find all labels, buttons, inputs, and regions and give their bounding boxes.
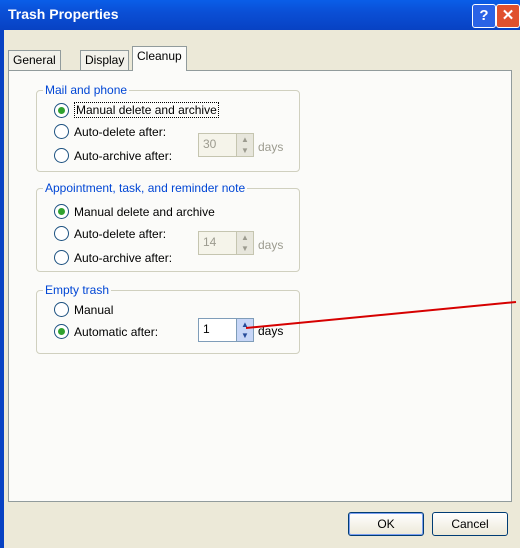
mail-autodelete-radio[interactable]: Auto-delete after:: [54, 124, 166, 139]
radio-icon: [54, 124, 69, 139]
close-button[interactable]: ✕: [496, 4, 520, 28]
spin-arrows-icon: ▲ ▼: [236, 232, 253, 254]
dialog-window: Trash Properties ? ✕ General Display Cle…: [0, 0, 520, 548]
mail-autoarchive-radio[interactable]: Auto-archive after:: [54, 148, 172, 163]
group-title: Mail and phone: [43, 83, 130, 97]
title-bar[interactable]: Trash Properties ? ✕: [0, 0, 520, 30]
help-button[interactable]: ?: [472, 4, 496, 28]
radio-selected-icon: [54, 324, 69, 339]
trash-automatic-radio[interactable]: Automatic after:: [54, 324, 158, 339]
window-border: [0, 30, 4, 548]
appt-autoarchive-radio[interactable]: Auto-archive after:: [54, 250, 172, 265]
radio-icon: [54, 302, 69, 317]
mail-days-stepper: 30 ▲ ▼: [198, 133, 254, 157]
tab-display[interactable]: Display: [80, 50, 130, 70]
trash-manual-radio[interactable]: Manual: [54, 302, 113, 317]
appt-days-label: days: [258, 238, 284, 252]
mail-manual-radio[interactable]: Manual delete and archive: [54, 102, 219, 118]
window-title: Trash Properties: [8, 6, 119, 22]
appt-days-stepper: 14 ▲ ▼: [198, 231, 254, 255]
spin-arrows-icon: ▲ ▼: [236, 134, 253, 156]
ok-button[interactable]: OK: [348, 512, 424, 536]
group-title: Empty trash: [43, 283, 112, 297]
radio-icon: [54, 250, 69, 265]
radio-icon: [54, 148, 69, 163]
radio-selected-icon: [54, 102, 69, 118]
appt-autodelete-radio[interactable]: Auto-delete after:: [54, 226, 166, 241]
tab-cleanup[interactable]: Cleanup: [132, 46, 187, 71]
annotation-red-line: [246, 301, 517, 329]
tab-general[interactable]: General: [8, 50, 61, 70]
radio-icon: [54, 226, 69, 241]
cancel-button[interactable]: Cancel: [432, 512, 508, 536]
group-title: Appointment, task, and reminder note: [43, 181, 248, 195]
radio-selected-icon: [54, 204, 69, 219]
appt-manual-radio[interactable]: Manual delete and archive: [54, 204, 215, 219]
mail-days-label: days: [258, 140, 284, 154]
